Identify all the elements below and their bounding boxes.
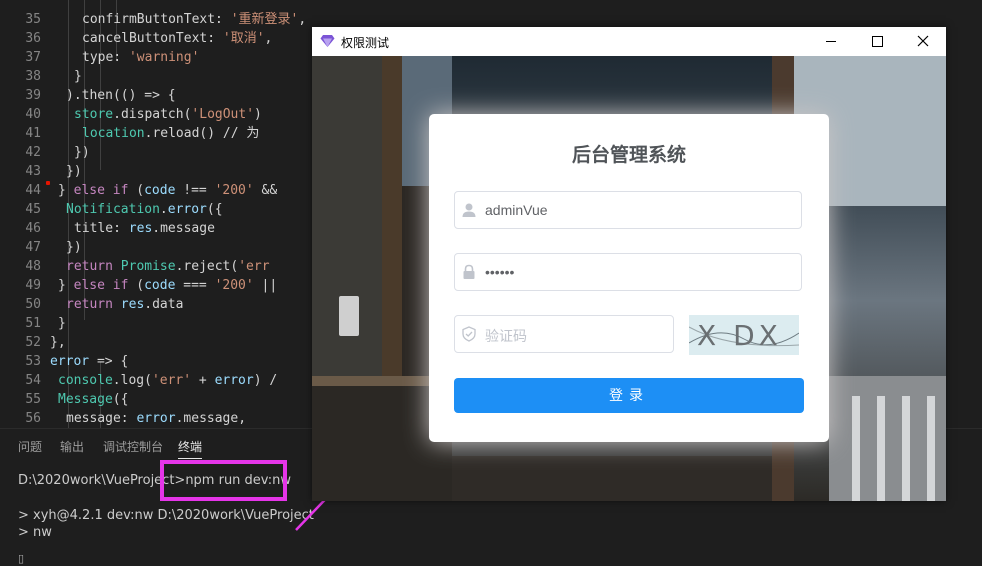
captcha-placeholder: 验证码 <box>485 328 527 344</box>
app-window: 权限测试 后台管理系统 adminVue •••••• 验证码 X DX 登录 <box>312 27 946 501</box>
login-card: 后台管理系统 adminVue •••••• 验证码 X DX 登录 <box>429 114 829 442</box>
diamond-app-icon <box>320 35 335 47</box>
user-icon <box>462 203 476 217</box>
minimize-icon <box>826 41 836 42</box>
username-value: adminVue <box>485 202 548 218</box>
password-value: •••••• <box>485 264 515 280</box>
captcha-image[interactable]: X DX <box>689 315 799 355</box>
close-icon <box>917 35 929 47</box>
username-input[interactable]: adminVue <box>454 191 802 229</box>
maximize-icon <box>872 36 883 47</box>
login-button[interactable]: 登录 <box>454 378 804 413</box>
window-title: 权限测试 <box>341 36 390 50</box>
window-titlebar[interactable]: 权限测试 <box>312 27 946 56</box>
login-background: 后台管理系统 adminVue •••••• 验证码 X DX 登录 <box>312 56 946 501</box>
close-button[interactable] <box>900 27 946 56</box>
captcha-input[interactable]: 验证码 <box>454 315 674 353</box>
login-title: 后台管理系统 <box>571 145 686 166</box>
shield-check-icon <box>462 326 476 342</box>
maximize-button[interactable] <box>854 27 900 56</box>
minimize-button[interactable] <box>808 27 854 56</box>
password-input[interactable]: •••••• <box>454 253 802 291</box>
lock-icon <box>463 264 475 279</box>
captcha-text: X DX <box>697 319 782 352</box>
